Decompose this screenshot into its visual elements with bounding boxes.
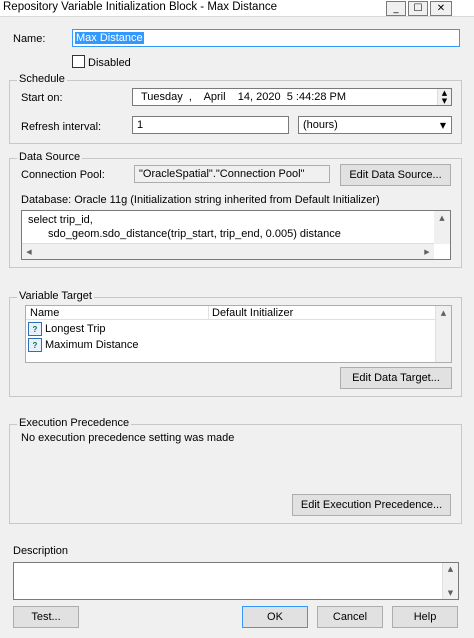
- list-item[interactable]: ? Maximum Distance: [28, 337, 428, 353]
- help-button[interactable]: Help: [392, 606, 458, 628]
- execution-precedence-text: No execution precedence setting was made: [21, 432, 235, 444]
- window-title: Repository Variable Initialization Block…: [3, 1, 277, 13]
- title-bar: Repository Variable Initialization Block…: [0, 0, 474, 17]
- minimize-icon: _: [393, 3, 399, 14]
- help-label: Help: [413, 611, 437, 623]
- sql-line-1: select trip_id,: [28, 214, 93, 226]
- edit-data-source-label: Edit Data Source...: [349, 169, 442, 181]
- chevron-down-icon: ▼: [439, 120, 447, 130]
- start-on-label: Start on:: [21, 92, 63, 104]
- list-header: Name Default Initializer: [26, 306, 436, 320]
- refresh-unit-value: (hours): [303, 119, 338, 131]
- list-item-name: Maximum Distance: [45, 339, 139, 351]
- close-icon: ✕: [436, 3, 446, 14]
- column-header-default-initializer[interactable]: Default Initializer: [212, 307, 293, 319]
- edit-execution-precedence-button[interactable]: Edit Execution Precedence...: [292, 494, 451, 516]
- description-scrollbar[interactable]: ▲ ▼: [442, 563, 458, 599]
- name-value: Max Distance: [75, 32, 144, 44]
- variable-target-list[interactable]: Name Default Initializer ▲ ? Longest Tri…: [25, 305, 452, 363]
- close-button[interactable]: ✕: [430, 1, 452, 16]
- refresh-interval-input[interactable]: 1: [132, 116, 289, 134]
- connection-pool-label: Connection Pool:: [21, 169, 105, 181]
- schedule-legend: Schedule: [17, 73, 67, 85]
- scroll-up-icon[interactable]: ▲: [436, 306, 451, 320]
- list-item[interactable]: ? Longest Trip: [28, 321, 428, 337]
- execution-precedence-legend: Execution Precedence: [17, 417, 132, 429]
- edit-data-source-button[interactable]: Edit Data Source...: [340, 164, 451, 186]
- scroll-right-icon[interactable]: ▶: [420, 244, 434, 259]
- variable-icon: ?: [28, 322, 42, 336]
- variable-target-legend: Variable Target: [17, 290, 94, 302]
- list-item-name: Longest Trip: [45, 323, 106, 335]
- scroll-up-icon[interactable]: ▲: [434, 211, 450, 225]
- maximize-icon: ☐: [413, 3, 423, 14]
- variable-icon: ?: [28, 338, 42, 352]
- start-on-picker[interactable]: Tuesday , April 14, 2020 5 :44:28 PM ▲ ▼: [132, 88, 452, 106]
- minimize-button[interactable]: _: [386, 1, 406, 16]
- column-divider: [208, 306, 209, 320]
- disabled-label: Disabled: [88, 57, 131, 69]
- edit-data-target-label: Edit Data Target...: [352, 372, 440, 384]
- disabled-checkbox[interactable]: [72, 55, 85, 68]
- data-source-legend: Data Source: [17, 151, 83, 163]
- scroll-down-icon[interactable]: ▼: [443, 587, 458, 599]
- refresh-interval-label: Refresh interval:: [21, 121, 102, 133]
- connection-pool-field: "OracleSpatial"."Connection Pool": [134, 165, 330, 183]
- connection-pool-value: "OracleSpatial"."Connection Pool": [139, 168, 305, 180]
- ok-label: OK: [267, 611, 283, 623]
- sql-line-2: sdo_geom.sdo_distance(trip_start, trip_e…: [48, 228, 341, 240]
- name-input[interactable]: Max Distance: [72, 29, 460, 47]
- description-textarea[interactable]: ▲ ▼: [13, 562, 459, 600]
- maximize-button[interactable]: ☐: [408, 1, 428, 16]
- vertical-scrollbar[interactable]: ▲: [434, 211, 450, 244]
- column-header-name[interactable]: Name: [30, 307, 59, 319]
- ok-button[interactable]: OK: [242, 606, 308, 628]
- list-scrollbar[interactable]: ▲: [435, 306, 451, 362]
- scroll-up-icon[interactable]: ▲: [443, 563, 458, 575]
- spin-up-icon[interactable]: ▲: [437, 89, 451, 97]
- cancel-label: Cancel: [332, 611, 368, 623]
- refresh-interval-value: 1: [137, 119, 144, 131]
- cancel-button[interactable]: Cancel: [317, 606, 383, 628]
- horizontal-scrollbar[interactable]: ◀ ▶: [22, 243, 434, 259]
- refresh-unit-select[interactable]: (hours) ▼: [298, 116, 452, 134]
- test-button[interactable]: Test...: [13, 606, 79, 628]
- edit-execution-precedence-label: Edit Execution Precedence...: [300, 499, 443, 511]
- test-label: Test...: [31, 611, 61, 623]
- spin-down-icon[interactable]: ▼: [437, 97, 451, 105]
- name-label: Name:: [13, 33, 46, 45]
- edit-data-target-button[interactable]: Edit Data Target...: [340, 367, 452, 389]
- description-label: Description: [13, 545, 69, 557]
- start-on-value: Tuesday , April 14, 2020 5 :44:28 PM: [141, 91, 347, 103]
- scroll-left-icon[interactable]: ◀: [22, 244, 36, 259]
- database-info-text: Database: Oracle 11g (Initialization str…: [21, 194, 380, 206]
- init-string-textarea[interactable]: select trip_id, sdo_geom.sdo_distance(tr…: [21, 210, 451, 260]
